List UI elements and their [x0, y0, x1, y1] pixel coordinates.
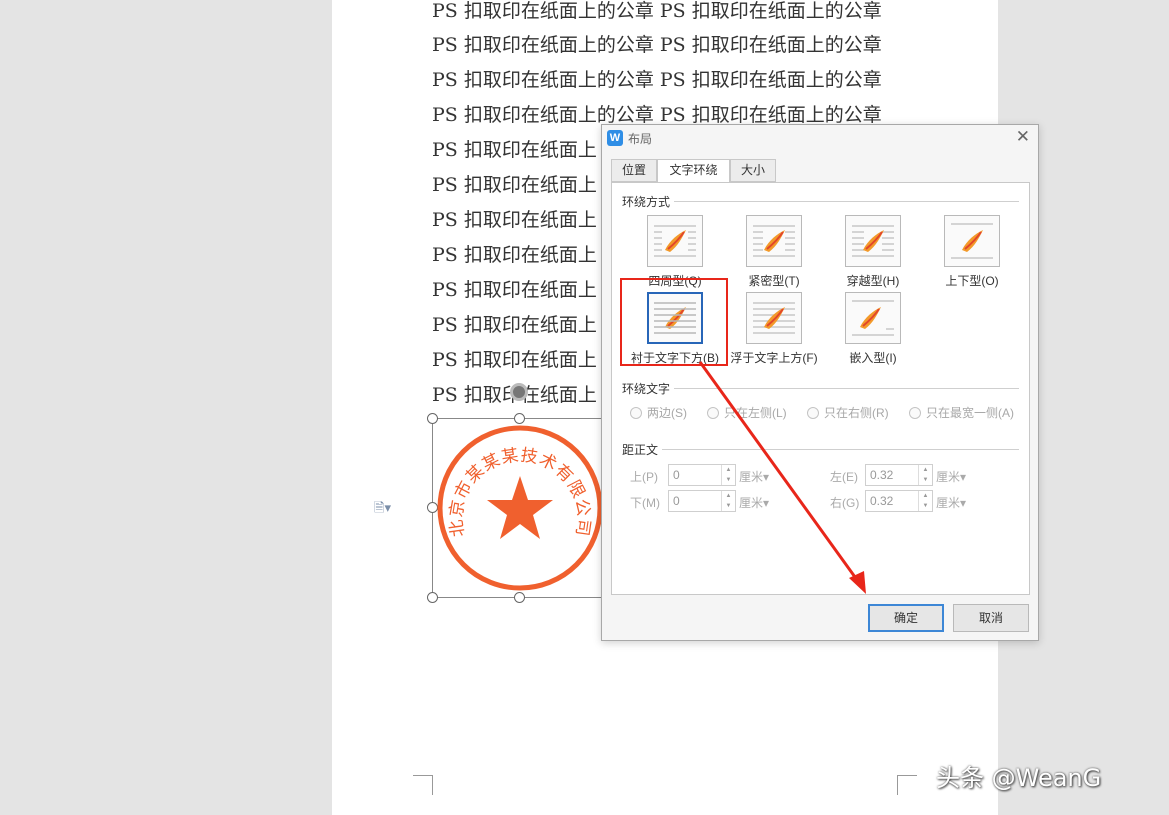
distance-top-label: 上(P) [630, 470, 658, 484]
wrap-tight-icon [746, 215, 802, 267]
annotation-highlight-box [620, 278, 728, 366]
layout-dialog: W 布局 ✕ 位置 文字环绕 大小 环绕方式 四周型(Q) 紧密型(T) 穿越型… [601, 124, 1039, 641]
doc-line: PS 扣取印在纸面上 [432, 279, 597, 301]
wrap-option-label: 紧密型(T) [748, 274, 800, 288]
radio-circle [909, 407, 921, 419]
spinner-arrows-icon[interactable]: ▲ ▼ [918, 491, 932, 511]
resize-handle[interactable] [427, 413, 438, 424]
spin-value: 0 [673, 494, 680, 508]
wrap-in-front-icon [746, 292, 802, 344]
radio-both-sides[interactable]: 两边(S) [630, 404, 687, 421]
doc-line: PS 扣取印在纸面上 [432, 314, 597, 336]
radio-largest-only[interactable]: 只在最宽一侧(A) [909, 404, 1014, 421]
document-icon[interactable]: 🗎▾ [374, 499, 391, 521]
radio-label: 两边(S) [647, 406, 687, 420]
tab-position[interactable]: 位置 [611, 159, 657, 182]
rotate-handle[interactable] [510, 383, 528, 401]
radio-label: 只在右侧(R) [824, 406, 889, 420]
spin-value: 0 [673, 468, 680, 482]
doc-line: PS 扣取印在纸面上的公章 PS 扣取印在纸面上的公章 [432, 0, 882, 22]
radio-circle [807, 407, 819, 419]
tab-panel: 环绕方式 四周型(Q) 紧密型(T) 穿越型(H) 上下型(O) 衬于文字下方(… [611, 182, 1030, 595]
dialog-titlebar[interactable]: W 布局 ✕ [602, 125, 1038, 151]
doc-line: PS 扣取印在纸面上 [432, 209, 597, 231]
watermark-text: 头条 @WeanG [936, 764, 1102, 792]
wrap-option-label: 嵌入型(I) [849, 351, 897, 365]
spin-value: 0.32 [870, 494, 894, 508]
wrap-option-tight[interactable]: 紧密型(T) [724, 215, 824, 289]
doc-line: PS 扣取印在纸面上的公章 PS 扣取印在纸面上的公章 [432, 34, 882, 56]
wrap-option-label: 上下型(O) [945, 274, 999, 288]
divider [674, 201, 1019, 202]
resize-handle[interactable] [427, 592, 438, 603]
resize-handle[interactable] [514, 413, 525, 424]
spin-value: 0.32 [870, 468, 894, 482]
ok-button[interactable]: 确定 [868, 604, 944, 632]
distance-title: 距正文 [622, 443, 659, 457]
spinner-arrows-icon[interactable]: ▲ ▼ [918, 465, 932, 485]
cancel-button[interactable]: 取消 [953, 604, 1029, 632]
page-corner-mark [413, 775, 433, 795]
divider [662, 449, 1019, 450]
wrap-option-label: 穿越型(H) [846, 274, 900, 288]
distance-bottom-label: 下(M) [630, 496, 660, 510]
spinner-arrows-icon[interactable]: ▲ ▼ [721, 465, 735, 485]
distance-top-input[interactable]: 0 ▲ ▼ [668, 464, 736, 486]
wrap-style-title: 环绕方式 [622, 195, 671, 209]
distance-top-unit[interactable]: 厘米▾ [739, 468, 769, 485]
doc-line: PS 扣取印在纸面上的公章 PS 扣取印在纸面上的公章 [432, 69, 882, 91]
close-icon[interactable]: ✕ [1016, 127, 1030, 147]
dialog-title: 布局 [628, 132, 653, 146]
wrap-inline-icon [845, 292, 901, 344]
wps-app-icon: W [607, 130, 623, 146]
tab-size[interactable]: 大小 [730, 159, 776, 182]
doc-line: PS 扣取印在纸面上 [432, 244, 597, 266]
distance-left-label: 左(E) [830, 470, 858, 484]
company-seal-image[interactable]: 北京市某某某技术有限公司 [436, 424, 604, 592]
wrap-option-through[interactable]: 穿越型(H) [823, 215, 923, 289]
distance-bottom-unit[interactable]: 厘米▾ [739, 494, 769, 511]
distance-left-unit[interactable]: 厘米▾ [936, 468, 966, 485]
doc-line: PS 扣取印在纸面上 [432, 174, 597, 196]
radio-circle [630, 407, 642, 419]
tab-text-wrapping[interactable]: 文字环绕 [657, 159, 730, 183]
radio-label: 只在最宽一侧(A) [926, 406, 1014, 420]
wrap-top-bottom-icon [944, 215, 1000, 267]
radio-circle [707, 407, 719, 419]
wrap-option-top-bottom[interactable]: 上下型(O) [922, 215, 1022, 289]
spinner-arrows-icon[interactable]: ▲ ▼ [721, 491, 735, 511]
resize-handle[interactable] [514, 592, 525, 603]
distance-right-label: 右(G) [830, 496, 860, 510]
wrap-square-icon [647, 215, 703, 267]
distance-bottom-input[interactable]: 0 ▲ ▼ [668, 490, 736, 512]
seal-star [487, 476, 553, 539]
wrap-option-in-front-of-text[interactable]: 浮于文字上方(F) [724, 292, 824, 366]
radio-right-only[interactable]: 只在右侧(R) [807, 404, 889, 421]
distance-right-input[interactable]: 0.32 ▲ ▼ [865, 490, 933, 512]
wrap-text-title: 环绕文字 [622, 382, 671, 396]
radio-left-only[interactable]: 只在左侧(L) [707, 404, 787, 421]
distance-left-input[interactable]: 0.32 ▲ ▼ [865, 464, 933, 486]
wrap-through-icon [845, 215, 901, 267]
page-corner-mark [897, 775, 917, 795]
doc-line: PS 扣取印在纸面上 [432, 349, 597, 371]
radio-label: 只在左侧(L) [724, 406, 787, 420]
wrap-option-inline[interactable]: 嵌入型(I) [823, 292, 923, 366]
doc-line: PS 扣取印在纸面上 [432, 139, 597, 161]
wrap-option-label: 浮于文字上方(F) [730, 351, 818, 365]
distance-right-unit[interactable]: 厘米▾ [936, 494, 966, 511]
divider [674, 388, 1019, 389]
